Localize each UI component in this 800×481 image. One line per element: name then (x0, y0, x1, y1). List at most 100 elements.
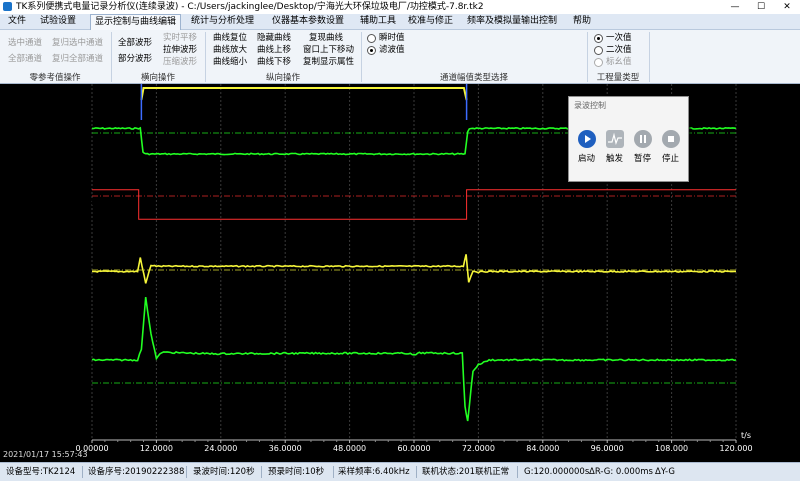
instant-value-radio[interactable] (367, 34, 376, 43)
x-axis-unit: t/s (741, 431, 751, 440)
channel-value-0: 5.2852/5.2546MPa (5, 138, 87, 148)
menu-aux-tools[interactable]: 辅助工具 (360, 14, 396, 29)
secondary-value-label: 二次值 (606, 45, 632, 55)
start-label: 启动 (577, 154, 595, 164)
zero-ref-group-label: 零参考值操作 (29, 73, 81, 83)
status-delta-rg: ΔR-G: 0.000ms (589, 467, 653, 477)
channel-value-2: 33.294/33.217% (18, 273, 90, 283)
channel-right-bottom-0: 0.0198MPa (741, 138, 788, 148)
per-unit-radio[interactable] (594, 58, 603, 67)
trigger-label: 触发 (605, 154, 623, 164)
full-waveform-button[interactable]: 全部波形 (118, 38, 152, 49)
pause-button[interactable]: 暂停 (630, 130, 655, 164)
record-timestamp: 2021/01/17 15:57:43 (3, 450, 88, 459)
status-g-cursor: G:120.000000s (524, 467, 590, 477)
curve-zoom-out-button[interactable]: 曲线缩小 (213, 57, 247, 68)
channel-right-top-3: 18.493MW (741, 377, 782, 387)
close-button[interactable]: ✕ (774, 0, 800, 14)
menu-display-control[interactable]: 显示控制与曲线编辑 (90, 14, 182, 30)
menu-bar: 文件 试验设置 显示控制与曲线编辑 统计与分析处理 仪器基本参数设置 辅助工具 … (0, 14, 800, 30)
maximize-button[interactable]: ☐ (748, 0, 774, 14)
status-sample-rate: 采样频率:6.40kHz (338, 467, 410, 477)
pause-icon (633, 130, 652, 148)
app-icon (3, 2, 12, 11)
title-bar: TK系列便携式电量记录分析仪(连续录波) - C:/Users/jackingl… (0, 0, 800, 14)
copy-display-attr-button[interactable]: 复制显示属性 (303, 57, 354, 68)
menu-file[interactable]: 文件 (8, 14, 26, 29)
x-tick-label: 12.0000 (140, 444, 173, 453)
channel-right-top-0: 5.319MPa (741, 127, 782, 137)
compress-waveform-button[interactable]: 压缩波形 (163, 57, 197, 68)
channel-right-bottom-2: 0.4503% (741, 273, 777, 283)
x-tick-label: 120.000 (719, 444, 752, 453)
curve-zoom-in-button[interactable]: 曲线放大 (213, 45, 247, 56)
x-tick-label: 72.0000 (462, 444, 495, 453)
status-serial: 设备序号:20190222388 (88, 467, 185, 477)
menu-statistics[interactable]: 统计与分析处理 (191, 14, 254, 29)
x-tick-label: 36.0000 (269, 444, 302, 453)
menu-help[interactable]: 帮助 (573, 14, 591, 29)
all-channels-button[interactable]: 全部通道 (8, 54, 42, 65)
curve-up-button[interactable]: 曲线上移 (257, 45, 291, 56)
menu-instrument-params[interactable]: 仪器基本参数设置 (272, 14, 344, 29)
restore-curve-button[interactable]: 复现曲线 (309, 33, 343, 44)
filtered-value-label: 滤波值 (379, 45, 405, 55)
menu-test-settings[interactable]: 试验设置 (40, 14, 76, 29)
x-tick-label: 84.0000 (526, 444, 559, 453)
per-unit-label: 标幺值 (606, 57, 632, 67)
stop-button[interactable]: 停止 (658, 130, 683, 164)
hide-curve-button[interactable]: 隐藏曲线 (257, 33, 291, 44)
instant-value-label: 瞬时值 (379, 33, 405, 43)
status-connection: 联机状态:201联机正常 (422, 467, 510, 477)
secondary-value-radio[interactable] (594, 46, 603, 55)
channel-name-0: 主汽压力 (52, 127, 87, 137)
window-move-button[interactable]: 窗口上下移动 (303, 45, 354, 56)
reset-selected-button[interactable]: 复归选中通道 (52, 38, 103, 49)
channel-type-group-label: 通道幅值类型选择 (439, 73, 508, 83)
channel-value-1: -7.8373/-7.8512rpm (3, 198, 96, 208)
stretch-waveform-button[interactable]: 拉伸波形 (163, 45, 197, 56)
window-title: TK系列便携式电量记录分析仪(连续录波) - C:/Users/jackingl… (16, 2, 484, 12)
channel-right-top-1: -0.878rpm (741, 187, 788, 197)
select-channel-button[interactable]: 选中通道 (8, 38, 42, 49)
menu-calibration[interactable]: 校准与修正 (408, 14, 453, 29)
trigger-button[interactable]: 触发 (602, 130, 627, 164)
primary-value-radio[interactable] (594, 34, 603, 43)
channel-right-bottom-3: 0.0247MW (741, 388, 782, 398)
x-tick-label: 24.0000 (204, 444, 237, 453)
channel-right-top-2: 32.504% (741, 263, 777, 273)
start-button[interactable]: 启动 (574, 130, 599, 164)
filtered-value-radio[interactable] (367, 46, 376, 55)
eng-type-group-label: 工程量类型 (596, 73, 640, 83)
partial-waveform-button[interactable]: 部分波形 (118, 54, 152, 65)
x-tick-label: 60.0000 (397, 444, 430, 453)
status-record-time: 录波时间:120秒 (193, 467, 255, 477)
channel-name-2: GV开度 (58, 263, 86, 273)
curve-reset-button[interactable]: 曲线复位 (213, 33, 247, 44)
trigger-icon (605, 130, 624, 148)
primary-value-label: 一次值 (606, 33, 632, 43)
x-tick-label: 48.0000 (333, 444, 366, 453)
status-pre-record: 预录时间:10秒 (268, 467, 325, 477)
stop-label: 停止 (661, 154, 679, 164)
x-tick-label: 108.000 (655, 444, 688, 453)
stop-icon (661, 130, 680, 148)
realtime-pan-button[interactable]: 实时平移 (163, 33, 197, 44)
status-bar: 设备型号:TK2124 设备序号:20190222388 录波时间:120秒 预… (0, 462, 800, 481)
menu-freq-output[interactable]: 频率及模拟量输出控制 (467, 14, 557, 29)
channel-name-3: 机组功率 (52, 377, 87, 387)
pause-label: 暂停 (633, 154, 651, 164)
channel-right-bottom-1: 1.3743rpm (741, 198, 788, 208)
record-control-panel: 录波控制 启动 触发 暂停 停止 (568, 96, 689, 182)
status-model: 设备型号:TK2124 (6, 467, 76, 477)
vertical-group-label: 纵向操作 (265, 73, 300, 83)
record-panel-title: 录波控制 (574, 101, 606, 110)
play-icon (577, 130, 596, 148)
channel-name-1: 转差信号 (52, 187, 87, 197)
channel-value-3: 18.931/18.913MW (12, 388, 89, 398)
reset-all-button[interactable]: 复归全部通道 (52, 54, 103, 65)
ribbon: 选中通道 复归选中通道 全部通道 复归全部通道 零参考值操作 全部波形 部分波形… (0, 30, 800, 84)
horizontal-group-label: 横向操作 (140, 73, 175, 83)
curve-down-button[interactable]: 曲线下移 (257, 57, 291, 68)
minimize-button[interactable]: — (722, 0, 748, 14)
